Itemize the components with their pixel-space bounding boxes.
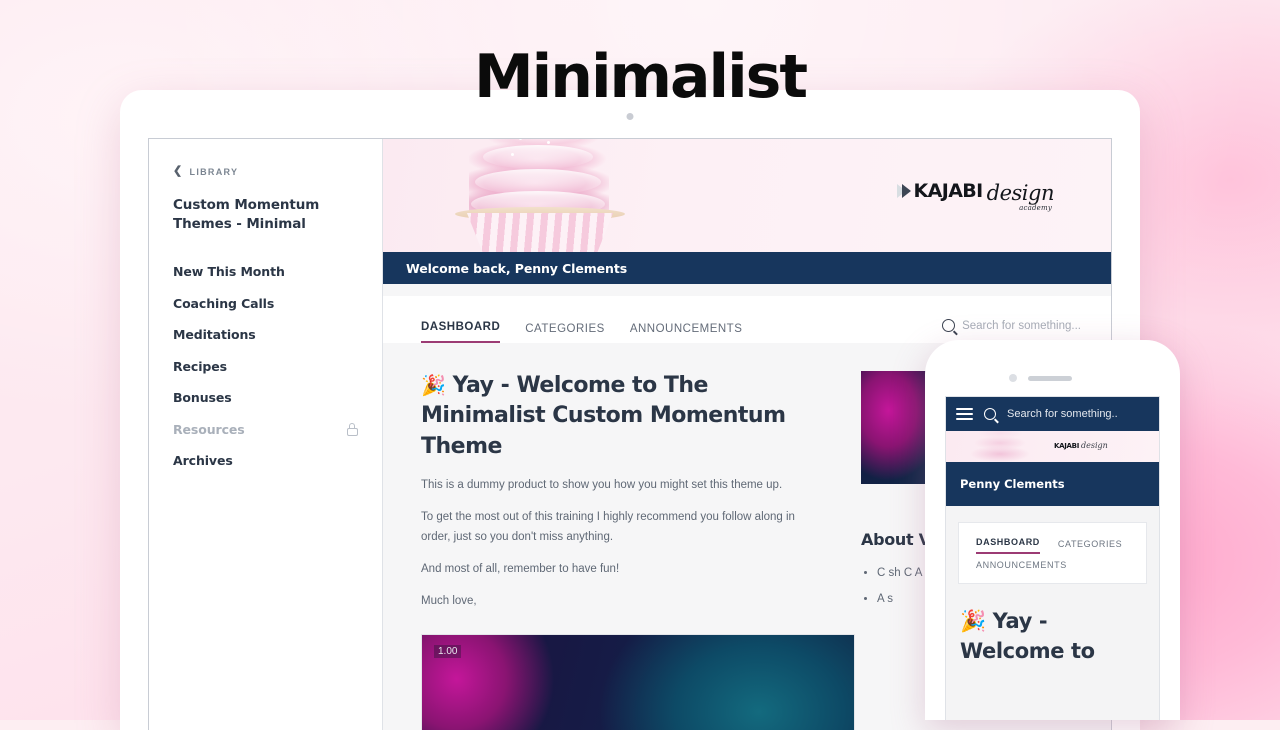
post-paragraph: And most of all, remember to have fun! (421, 563, 620, 576)
lock-icon (347, 422, 358, 436)
sidebar-item-label: New This Month (173, 264, 285, 280)
search-input[interactable]: Search for something... (942, 319, 1081, 332)
tab-dashboard[interactable]: DASHBOARD (976, 537, 1040, 554)
course-title: Custom Momentum Themes - Minimal (173, 197, 320, 233)
sidebar-item-new-this-month[interactable]: New This Month (173, 264, 358, 279)
tab-announcements[interactable]: ANNOUNCEMENTS (976, 560, 1146, 570)
phone-hero-banner: KAJABI design (946, 431, 1159, 462)
post-column: 🎉 Yay - Welcome to The Minimalist Custom… (383, 371, 855, 730)
search-icon (942, 319, 956, 332)
sidebar-item-coaching-calls[interactable]: Coaching Calls (173, 296, 358, 311)
sidebar-item-meditations[interactable]: Meditations (173, 327, 358, 342)
welcome-bar: Welcome back, Penny Clements (383, 252, 1111, 284)
sidebar-item-resources[interactable]: Resources (173, 422, 358, 437)
sidebar-item-label: Bonuses (173, 390, 232, 406)
video-thumbnail[interactable]: 1.00 (421, 633, 855, 730)
sidebar-item-label: Meditations (173, 327, 256, 343)
tab-categories[interactable]: CATEGORIES (525, 323, 605, 343)
hero-banner: KAJABI design academy (383, 139, 1111, 252)
sidebar-item-label: Archives (173, 453, 233, 469)
post-title-text: Yay - Welcome to The Minimalist Custom M… (421, 373, 786, 459)
cupcake-image (970, 431, 1034, 462)
tab-bar: DASHBOARD CATEGORIES ANNOUNCEMENTS Searc… (383, 296, 1111, 343)
logo-word: KAJABI (1054, 441, 1080, 450)
logo-word: KAJABI (913, 180, 984, 202)
back-to-library-label: LIBRARY (189, 166, 239, 177)
post-paragraph: Much love, (421, 595, 477, 608)
sidebar-item-label: Coaching Calls (173, 295, 275, 311)
party-popper-icon: 🎉 (421, 373, 446, 397)
tab-dashboard[interactable]: DASHBOARD (421, 321, 501, 343)
logo-script: design (986, 181, 1055, 205)
tab-announcements[interactable]: ANNOUNCEMENTS (630, 323, 743, 343)
post-paragraph: This is a dummy product to show you how … (421, 479, 783, 492)
phone-camera-icon (1009, 374, 1017, 382)
search-placeholder: Search for something... (962, 319, 1081, 332)
video-duration-badge: 1.00 (434, 644, 462, 658)
cupcake-image (435, 139, 645, 252)
phone-mockup: Search for something.. KAJABI design Pen… (925, 340, 1180, 720)
hamburger-menu-icon[interactable] (956, 407, 973, 421)
phone-user-bar: Penny Clements (946, 462, 1159, 506)
laptop-camera-icon (626, 113, 634, 120)
search-icon (984, 408, 996, 420)
sidebar-item-bonuses[interactable]: Bonuses (173, 390, 358, 405)
double-chevron-right-icon (896, 184, 911, 198)
course-sidebar: ❮ LIBRARY Custom Momentum Themes - Minim… (149, 139, 383, 730)
back-to-library-link[interactable]: ❮ LIBRARY (173, 166, 358, 177)
sidebar-item-archives[interactable]: Archives (173, 453, 358, 468)
phone-speaker-icon (1028, 376, 1072, 381)
phone-post-title: 🎉 Yay - Welcome to (960, 609, 1095, 664)
phone-tabs-card: DASHBOARD CATEGORIES ANNOUNCEMENTS (958, 522, 1147, 584)
brand-logo: KAJABI design academy (896, 179, 1055, 212)
logo-script: design (1081, 441, 1108, 450)
post-paragraph: To get the most out of this training I h… (421, 511, 795, 543)
tab-categories[interactable]: CATEGORIES (1058, 539, 1122, 554)
brand-logo: KAJABI design (1054, 441, 1108, 450)
phone-top-bar: Search for something.. (946, 397, 1159, 431)
chevron-left-icon: ❮ (173, 165, 184, 177)
post-title: 🎉 Yay - Welcome to The Minimalist Custom… (421, 371, 835, 462)
page-title: Minimalist (473, 42, 808, 112)
phone-search-placeholder[interactable]: Search for something.. (1007, 408, 1118, 420)
sidebar-item-label: Recipes (173, 358, 227, 374)
sidebar-item-label: Resources (173, 421, 245, 437)
logo-sub: academy (1019, 204, 1052, 212)
phone-screen: Search for something.. KAJABI design Pen… (945, 396, 1160, 720)
sidebar-item-recipes[interactable]: Recipes (173, 359, 358, 374)
